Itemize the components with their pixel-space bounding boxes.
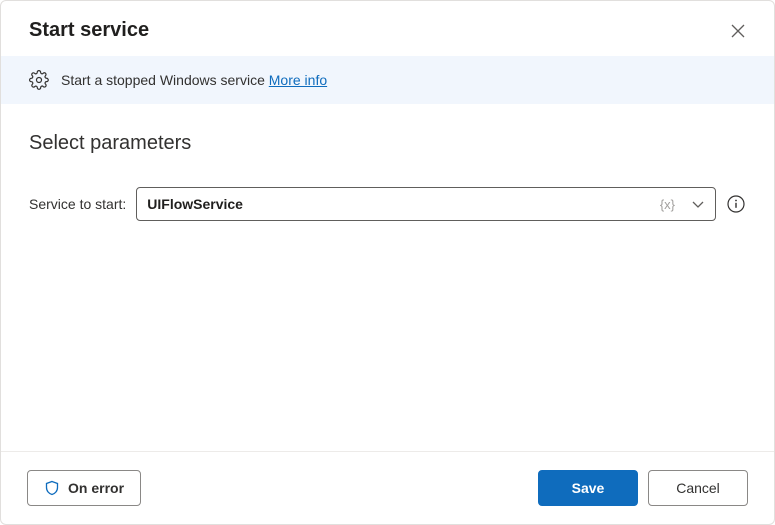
dialog-title: Start service	[29, 19, 149, 42]
dialog-header: Start service	[1, 1, 774, 56]
section-title: Select parameters	[29, 132, 746, 155]
info-icon[interactable]	[726, 194, 746, 214]
more-info-link[interactable]: More info	[269, 72, 327, 88]
service-to-start-label: Service to start:	[29, 196, 126, 212]
dialog-footer: On error Save Cancel	[1, 451, 774, 524]
footer-actions: Save Cancel	[538, 470, 748, 506]
service-to-start-input[interactable]	[137, 190, 654, 218]
dialog-content: Select parameters Service to start: {x}	[1, 104, 774, 451]
shield-icon	[44, 480, 60, 496]
cancel-button[interactable]: Cancel	[648, 470, 748, 506]
close-icon[interactable]	[728, 21, 748, 41]
save-button[interactable]: Save	[538, 470, 638, 506]
param-row-service: Service to start: {x}	[29, 187, 746, 221]
on-error-label: On error	[68, 480, 124, 496]
gear-icon	[29, 70, 49, 90]
info-bar-text: Start a stopped Windows service More inf…	[61, 72, 327, 88]
variable-token-icon[interactable]: {x}	[654, 197, 681, 212]
chevron-down-icon[interactable]	[681, 197, 715, 211]
info-bar-description: Start a stopped Windows service	[61, 72, 265, 88]
info-bar: Start a stopped Windows service More inf…	[1, 56, 774, 104]
on-error-button[interactable]: On error	[27, 470, 141, 506]
service-to-start-input-wrapper[interactable]: {x}	[136, 187, 716, 221]
